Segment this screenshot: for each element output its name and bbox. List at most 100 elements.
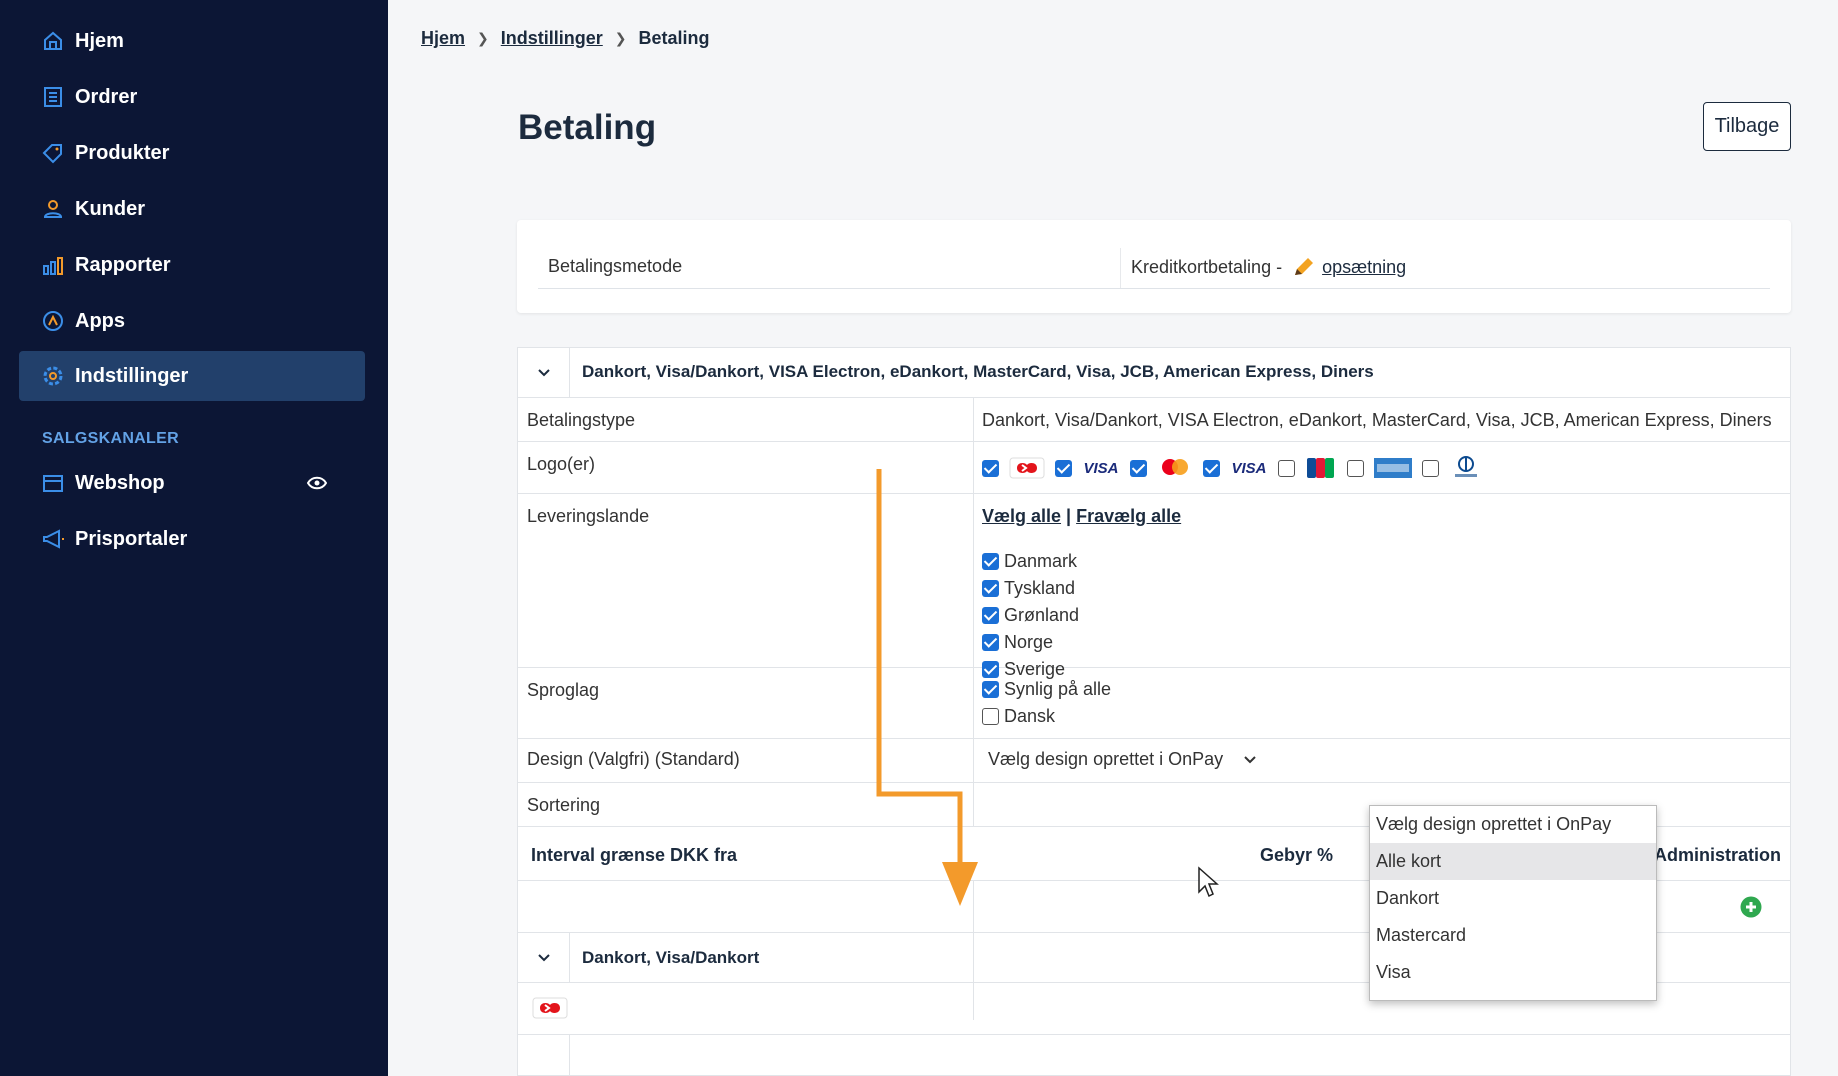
apps-icon: [43, 311, 63, 331]
dropdown-option[interactable]: Dankort: [1370, 880, 1656, 917]
design-select-value: Vælg design oprettet i OnPay: [988, 749, 1224, 769]
sidebar-item-rapporter[interactable]: Rapporter: [19, 240, 365, 290]
group2-next-cell: [518, 1035, 570, 1076]
betalingstype-value: Dankort, Visa/Dankort, VISA Electron, eD…: [982, 410, 1772, 430]
visa-electron-logo-icon: VISA: [1083, 459, 1119, 477]
sidebar-item-webshop[interactable]: Webshop: [19, 458, 365, 508]
logo-checkbox-visa-electron[interactable]: [1055, 459, 1072, 477]
logo-checkbox-mastercard[interactable]: [1130, 459, 1147, 477]
logo-checkbox-dankort[interactable]: [982, 459, 999, 477]
sidebar-item-prisportaler[interactable]: Prisportaler: [19, 514, 365, 564]
collapse-toggle[interactable]: [518, 348, 570, 397]
row-sproglag: Sproglag Synlig på alle Dansk: [518, 668, 1790, 739]
logo-checkbox-diners[interactable]: [1422, 459, 1439, 477]
language-option[interactable]: Synlig på alle: [982, 676, 1111, 703]
sidebar-item-produkter[interactable]: Produkter: [19, 128, 365, 178]
language-checkbox[interactable]: [982, 708, 999, 725]
eye-icon[interactable]: [307, 476, 327, 490]
chevron-right-icon: ❯: [477, 30, 489, 46]
chevron-down-icon: [1244, 755, 1256, 763]
select-links: Vælg alle | Fravælg alle: [982, 506, 1181, 527]
language-option[interactable]: Dansk: [982, 703, 1111, 730]
megaphone-icon: [43, 529, 64, 549]
tag-icon: [42, 144, 62, 164]
col-interval-header: Interval grænse DKK fra: [531, 845, 738, 865]
country-list: Danmark Tyskland Grønland Norge Sverige: [982, 548, 1079, 683]
setup-link[interactable]: opsætning: [1322, 257, 1406, 278]
payment-method-value: Kreditkortbetaling - opsætning: [1131, 256, 1406, 278]
country-name: Danmark: [1004, 551, 1078, 571]
home-icon: [44, 31, 62, 50]
sidebar-item-kunder[interactable]: Kunder: [19, 184, 365, 234]
country-checkbox[interactable]: [982, 580, 999, 597]
select-all-link[interactable]: Vælg alle: [982, 506, 1061, 526]
country-name: Grønland: [1004, 605, 1080, 625]
sidebar-item-label: Produkter: [75, 141, 170, 164]
american-express-logo-icon: [1372, 455, 1414, 481]
dankort-logo-icon: [1007, 455, 1047, 481]
breadcrumb-link-hjem[interactable]: Hjem: [421, 28, 465, 49]
chevron-down-icon: [537, 953, 550, 961]
sidebar-item-apps[interactable]: Apps: [19, 296, 365, 346]
logo-label: Logo(er): [527, 454, 596, 474]
breadcrumb-link-indstillinger[interactable]: Indstillinger: [501, 28, 603, 49]
breadcrumb: Hjem ❯ Indstillinger ❯ Betaling: [421, 28, 710, 49]
logo-checkbox-american-express[interactable]: [1347, 459, 1364, 477]
group-header[interactable]: Dankort, Visa/Dankort, VISA Electron, eD…: [518, 348, 1790, 398]
dropdown-option[interactable]: Visa: [1370, 954, 1656, 991]
language-checkbox[interactable]: [982, 681, 999, 698]
language-list: Synlig på alle Dansk: [982, 676, 1111, 730]
design-dropdown-menu: Vælg design oprettet i OnPay Alle kort D…: [1369, 805, 1657, 1001]
deselect-all-link[interactable]: Fravælg alle: [1076, 506, 1181, 526]
sidebar-item-label: Hjem: [75, 29, 124, 52]
country-name: Tyskland: [1004, 578, 1076, 598]
sidebar-item-ordrer[interactable]: Ordrer: [19, 72, 365, 122]
main-content: Hjem ❯ Indstillinger ❯ Betaling Betaling…: [388, 0, 1838, 1076]
diners-logo-icon: [1447, 455, 1485, 481]
design-select[interactable]: Vælg design oprettet i OnPay: [988, 749, 1257, 770]
country-checkbox[interactable]: [982, 634, 999, 651]
link-separator: |: [1066, 506, 1072, 526]
payment-method-card: Betalingsmetode Kreditkortbetaling - ops…: [517, 220, 1791, 313]
logo-checkbox-jcb[interactable]: [1278, 459, 1295, 477]
collapse-toggle[interactable]: [518, 933, 570, 982]
col-admin-header: Administration: [1654, 845, 1782, 865]
country-option[interactable]: Danmark: [982, 548, 1079, 575]
sortering-label: Sortering: [527, 795, 601, 815]
bar-chart-icon: [43, 257, 63, 275]
country-option[interactable]: Tyskland: [982, 575, 1079, 602]
jcb-logo-icon: [1303, 455, 1339, 481]
dropdown-option[interactable]: Vælg design oprettet i OnPay: [1370, 806, 1656, 843]
sidebar-item-indstillinger[interactable]: Indstillinger: [19, 351, 365, 401]
logo-checkbox-visa[interactable]: [1203, 459, 1220, 477]
leveringslande-label: Leveringslande: [527, 506, 650, 526]
country-checkbox[interactable]: [982, 553, 999, 570]
chevron-right-icon: ❯: [614, 30, 627, 46]
payment-method-label: Betalingsmetode: [548, 256, 683, 276]
group-title: Dankort, Visa/Dankort, VISA Electron, eD…: [582, 362, 1374, 381]
country-name: Norge: [1004, 632, 1054, 652]
row-design: Design (Valgfri) (Standard) Vælg design …: [518, 739, 1790, 783]
col-gebyr-header: Gebyr %: [1260, 845, 1334, 865]
mastercard-logo-icon: [1155, 455, 1195, 481]
sidebar-item-label: Ordrer: [75, 85, 138, 108]
add-circle-icon[interactable]: [1740, 896, 1762, 918]
payment-method-name: Kreditkortbetaling -: [1131, 256, 1283, 277]
orders-icon: [44, 87, 62, 107]
dankort-logo-icon: [532, 997, 568, 1019]
divider: [538, 288, 1770, 289]
country-checkbox[interactable]: [982, 607, 999, 624]
page-title: Betaling: [518, 108, 657, 147]
back-button[interactable]: Tilbage: [1703, 102, 1791, 151]
country-option[interactable]: Norge: [982, 629, 1079, 656]
logo-list: VISA VISA: [982, 442, 1485, 494]
country-option[interactable]: Grønland: [982, 602, 1079, 629]
sidebar-item-hjem[interactable]: Hjem: [19, 16, 365, 66]
shop-icon: [43, 475, 63, 492]
dropdown-option[interactable]: Alle kort: [1370, 843, 1656, 880]
dropdown-option[interactable]: Mastercard: [1370, 917, 1656, 954]
visa-logo-icon: VISA: [1231, 459, 1267, 477]
gear-icon: [43, 366, 63, 386]
pencil-icon: [1295, 258, 1314, 275]
sidebar-item-label: Kunder: [75, 197, 145, 220]
